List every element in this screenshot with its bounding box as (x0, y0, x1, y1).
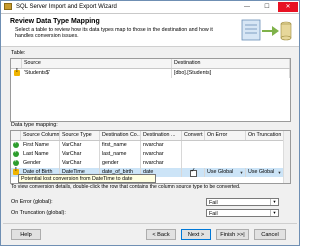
mapping-label: Data type mapping: (11, 122, 58, 128)
success-icon (13, 149, 19, 157)
column-header-source-column[interactable]: Source Column (21, 131, 60, 140)
column-header-on-truncation[interactable]: On Truncation (246, 131, 284, 140)
source-column-cell: Gender (21, 159, 60, 168)
column-header-destination-type[interactable]: Destination ... (141, 131, 182, 140)
title-bar: SQL Server Import and Export Wizard — ☐ … (1, 1, 299, 14)
wizard-window: SQL Server Import and Export Wizard — ☐ … (0, 0, 300, 246)
destination-type-cell: nvarchar (141, 141, 182, 150)
destination-type-cell: nvarchar (141, 159, 182, 168)
source-type-cell: VarChar (60, 150, 100, 159)
back-button[interactable]: < Back (146, 229, 176, 240)
table-grid-header: Source Destination (11, 59, 290, 69)
next-button[interactable]: Next > (181, 229, 211, 240)
mapping-row[interactable]: Gender VarChar gender nvarchar (11, 158, 284, 168)
mapping-row[interactable]: First Name VarChar first_name nvarchar (11, 140, 284, 150)
destination-column-cell: last_name (100, 150, 141, 159)
table-destination-cell: [dbo].[Students] (172, 69, 290, 78)
on-truncation-value: Use Global (248, 169, 275, 175)
page-description: Select a table to review how its data ty… (15, 27, 213, 40)
column-header-on-error[interactable]: On Error (205, 131, 246, 140)
on-truncation-select[interactable]: Use Global ▼ (246, 168, 284, 177)
close-button[interactable]: ✕ (278, 2, 298, 12)
app-icon (4, 3, 12, 10)
success-icon (13, 158, 19, 166)
help-button[interactable]: Help (11, 229, 41, 240)
on-error-global-label: On Error (global): (11, 199, 53, 205)
destination-column-cell: first_name (100, 141, 141, 150)
on-truncation-global-value: Fail (209, 211, 218, 217)
on-error-global-value: Fail (209, 200, 218, 206)
mapping-row[interactable]: Last Name VarChar last_name nvarchar (11, 149, 284, 159)
on-truncation-global-label: On Truncation (global): (11, 210, 66, 216)
chevron-down-icon: ▼ (270, 210, 278, 216)
on-error-value: Use Global (207, 169, 234, 175)
table-source-cell: 'Students$' (22, 69, 172, 78)
on-truncation-global-select[interactable]: Fail ▼ (206, 209, 279, 217)
on-error-select[interactable]: Use Global ▼ (205, 168, 246, 177)
column-header-destination[interactable]: Destination (172, 59, 290, 68)
source-type-cell: VarChar (60, 159, 100, 168)
footer-divider (3, 223, 297, 224)
source-column-cell: Last Name (21, 150, 60, 159)
chevron-down-icon: ▼ (270, 199, 278, 205)
column-header-convert[interactable]: Convert (182, 131, 205, 140)
table-row[interactable]: 'Students$' [dbo].[Students] (11, 68, 290, 78)
finish-button[interactable]: Finish >>| (216, 229, 249, 240)
warning-icon (14, 68, 20, 76)
minimize-button[interactable]: — (237, 2, 257, 12)
mapping-scrollbar[interactable] (283, 131, 290, 183)
page-header: Review Data Type Mapping Select a table … (1, 14, 299, 47)
checkmark-icon: ✓ (190, 168, 196, 174)
table-grid[interactable]: Source Destination 'Students$' [dbo].[St… (10, 58, 291, 122)
column-header-source[interactable]: Source (22, 59, 172, 68)
table-label: Table: (11, 50, 26, 56)
mapping-hint: To view conversion details, double-click… (11, 184, 241, 190)
window-title: SQL Server Import and Export Wizard (16, 3, 117, 10)
column-header-destination-column[interactable]: Destination Co... (100, 131, 141, 140)
column-header-source-type[interactable]: Source Type (60, 131, 100, 140)
source-type-cell: VarChar (60, 141, 100, 150)
mapping-grid-header: Source Column Source Type Destination Co… (11, 131, 290, 141)
destination-column-cell: gender (100, 159, 141, 168)
on-error-global-select[interactable]: Fail ▼ (206, 198, 279, 206)
cancel-button[interactable]: Cancel (254, 229, 286, 240)
destination-type-cell: nvarchar (141, 150, 182, 159)
conversion-tooltip: Potential lost conversion from DateTime … (18, 174, 156, 183)
chevron-down-icon: ▼ (239, 169, 244, 175)
wizard-graphic-icon (241, 19, 292, 41)
success-icon (13, 140, 19, 148)
chevron-down-icon: ▼ (277, 169, 282, 175)
maximize-button[interactable]: ☐ (257, 2, 277, 12)
page-title: Review Data Type Mapping (10, 18, 100, 25)
source-column-cell: First Name (21, 141, 60, 150)
